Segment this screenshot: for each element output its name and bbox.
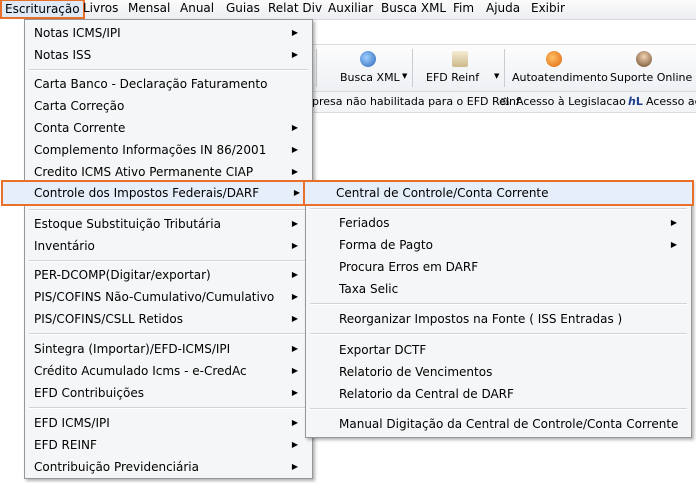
menu-item-complemento-informacoes[interactable]: Complemento Informações IN 86/2001 ▶: [27, 139, 310, 161]
chevron-right-icon: ▶: [670, 218, 677, 227]
chevron-right-icon: ▶: [291, 366, 298, 375]
chevron-right-icon: ▶: [291, 344, 298, 353]
toolbar: Busca XML ▼ EFD Reinf ▼ Autoatendimento …: [310, 44, 696, 92]
escrituracao-menu: Notas ICMS/IPI ▶ Notas ISS ▶ Carta Banco -…: [1, 19, 313, 479]
menu-separator: [310, 303, 687, 305]
menu-livros[interactable]: Livros: [83, 0, 118, 17]
toolbar-separator: [412, 49, 413, 87]
acesso-ac-link[interactable]: Acesso ac: [646, 95, 696, 108]
busca-xml-button[interactable]: Busca XML ▼: [336, 47, 408, 89]
menu-separator: [310, 208, 687, 210]
efd-reinf-button[interactable]: EFD Reinf ▼: [422, 47, 502, 89]
menu-item-notas-icms-ipi[interactable]: Notas ICMS/IPI ▶: [27, 22, 310, 44]
chevron-right-icon: ▶: [291, 145, 298, 154]
menu-item-efd-icms-ipi[interactable]: EFD ICMS/IPI ▶: [27, 412, 310, 434]
menu-escrituracao[interactable]: Escrituração: [0, 0, 85, 19]
chevron-right-icon: ▶: [291, 241, 298, 250]
submenu-item-relatorio-vencimentos[interactable]: Relatorio de Vencimentos: [308, 361, 689, 383]
chevron-right-icon: ▶: [291, 388, 298, 397]
submenu-item-exportar-dctf[interactable]: Exportar DCTF: [308, 339, 689, 361]
menu-item-notas-iss[interactable]: Notas ISS ▶: [27, 44, 310, 66]
menu-separator: [29, 209, 308, 211]
submenu-item-forma-pagto[interactable]: Forma de Pagto ▶: [308, 234, 689, 256]
menu-item-carta-banco[interactable]: Carta Banco - Declaração Faturamento: [27, 73, 310, 95]
chevron-right-icon: ▶: [291, 50, 298, 59]
autoatendimento-icon: [546, 51, 562, 67]
submenu-item-feriados[interactable]: Feriados ▶: [308, 212, 689, 234]
menu-item-estoque-st[interactable]: Estoque Substituição Tributária ▶: [27, 213, 310, 235]
toolbar-separator: [316, 49, 317, 87]
chevron-right-icon: ▶: [670, 240, 677, 249]
efd-reinf-icon: [452, 51, 468, 67]
menu-separator: [310, 408, 687, 410]
scale-icon[interactable]: ⚖: [500, 95, 510, 108]
menu-item-pis-cofins-csll-retidos[interactable]: PIS/COFINS/CSLL Retidos ▶: [27, 308, 310, 330]
menu-auxiliar[interactable]: Auxiliar: [328, 0, 373, 17]
autoatendimento-button[interactable]: Autoatendimento: [510, 47, 608, 89]
menubar: Escrituração Livros Mensal Anual Guias R…: [0, 0, 696, 20]
chevron-right-icon: ▶: [291, 28, 298, 37]
submenu-item-taxa-selic[interactable]: Taxa Selic: [308, 278, 689, 300]
chevron-right-icon: ▶: [291, 440, 298, 449]
chevron-right-icon: ▶: [291, 270, 298, 279]
menu-item-sintegra[interactable]: Sintegra (Importar)/EFD-ICMS/IPI ▶: [27, 338, 310, 360]
menu-separator: [29, 69, 308, 71]
status-message: presa não habilitada para o EFD Reinf: [312, 95, 520, 108]
suporte-online-button[interactable]: Suporte Online: [606, 47, 692, 89]
submenu-item-manual-digitacao[interactable]: Manual Digitação da Central de Controle/…: [308, 413, 689, 435]
submenu-item-reorganizar-impostos[interactable]: Reorganizar Impostos na Fonte ( ISS Entr…: [308, 308, 689, 330]
submenu-item-procura-erros[interactable]: Procura Erros em DARF: [308, 256, 689, 278]
darf-submenu: Central de Controle/Conta Corrente Feria…: [303, 180, 694, 438]
menu-exibir[interactable]: Exibir: [531, 0, 565, 17]
busca-xml-icon: [360, 51, 376, 67]
chevron-down-icon[interactable]: ▼: [402, 72, 407, 80]
menu-mensal[interactable]: Mensal: [128, 0, 170, 17]
chevron-right-icon: ▶: [291, 462, 298, 471]
chevron-right-icon: ▶: [293, 188, 300, 197]
menu-item-conta-corrente[interactable]: Conta Corrente ▶: [27, 117, 310, 139]
menu-item-per-dcomp[interactable]: PER-DCOMP(Digitar/exportar) ▶: [27, 264, 310, 286]
menu-item-credito-acumulado[interactable]: Crédito Acumulado Icms - e-CredAc ▶: [27, 360, 310, 382]
submenu-item-relatorio-central-darf[interactable]: Relatorio da Central de DARF: [308, 383, 689, 405]
menu-separator: [310, 333, 687, 335]
chevron-down-icon[interactable]: ▼: [494, 72, 499, 80]
menu-separator: [29, 333, 308, 335]
submenu-item-central-controle[interactable]: Central de Controle/Conta Corrente: [303, 180, 694, 206]
menu-item-contribuicao-previdenciaria[interactable]: Contribuição Previdenciária ▶: [27, 456, 310, 478]
acesso-legislacao-link[interactable]: Acesso à Legislacao: [516, 95, 626, 108]
status-strip: presa não habilitada para o EFD Reinf ⚖ …: [310, 92, 696, 113]
menu-separator: [29, 260, 308, 262]
menu-separator: [29, 407, 308, 409]
chevron-right-icon: ▶: [291, 314, 298, 323]
toolbar-separator: [504, 49, 505, 87]
menu-fim[interactable]: Fim: [453, 0, 474, 17]
menu-ajuda[interactable]: Ajuda: [486, 0, 520, 17]
chevron-right-icon: ▶: [291, 219, 298, 228]
legislacao-logo-icon[interactable]: ℎL: [628, 95, 643, 108]
menu-item-efd-reinf[interactable]: EFD REINF ▶: [27, 434, 310, 456]
menu-item-pis-cofins-cumulativo[interactable]: PIS/COFINS Não-Cumulativo/Cumulativo ▶: [27, 286, 310, 308]
menu-item-efd-contribuicoes[interactable]: EFD Contribuições ▶: [27, 382, 310, 404]
menu-item-carta-correcao[interactable]: Carta Correção: [27, 95, 310, 117]
menu-item-controle-impostos-darf[interactable]: Controle dos Impostos Federais/DARF ▶: [1, 180, 312, 206]
suporte-online-icon: [636, 51, 652, 67]
menu-busca-xml[interactable]: Busca XML: [381, 0, 446, 17]
menu-relat-div[interactable]: Relat Div: [268, 0, 322, 17]
menu-guias[interactable]: Guias: [226, 0, 260, 17]
chevron-right-icon: ▶: [291, 292, 298, 301]
chevron-right-icon: ▶: [291, 418, 298, 427]
chevron-right-icon: ▶: [291, 123, 298, 132]
menu-item-inventario[interactable]: Inventário ▶: [27, 235, 310, 257]
menu-anual[interactable]: Anual: [180, 0, 214, 17]
